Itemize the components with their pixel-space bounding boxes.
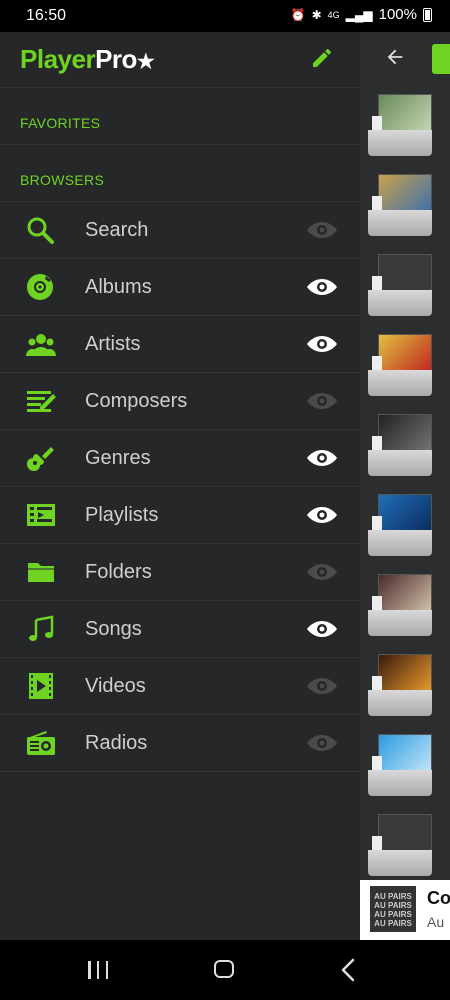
drawer-item-videos[interactable]: Videos [0,658,360,715]
album-folder-item[interactable] [368,174,432,236]
drawer-item-label: Artists [85,333,141,355]
drawer-item-folders[interactable]: Folders [0,544,360,601]
drawer-item-genres[interactable]: Genres [0,430,360,487]
now-playing-artwork: AU PAIRS AU PAIRS AU PAIRS AU PAIRS [370,886,416,932]
drawer-item-playlists[interactable]: Playlists [0,487,360,544]
drawer-item-albums[interactable]: Albums [0,259,360,316]
album-folder-item[interactable] [368,734,432,796]
artists-icon [26,334,56,356]
album-folder-item[interactable] [368,254,432,316]
search-icon [27,217,54,244]
playlist-icon [27,504,55,526]
drawer-item-songs[interactable]: Songs [0,601,360,658]
signal-icon: ▂▄▆ [345,7,373,22]
drawer-item-radios[interactable]: Radios [0,715,360,772]
drawer-item-label: Radios [85,732,148,754]
drawer-item-label: Genres [85,447,151,469]
drawer-item-composers[interactable]: Composers [0,373,360,430]
panel-toolbar [360,32,450,87]
star-icon: ★ [136,51,155,73]
visibility-on-eye-icon[interactable] [306,448,338,468]
video-icon [29,673,53,699]
drawer-header: PlayerPro★ [0,32,360,88]
visibility-on-eye-icon[interactable] [306,277,338,297]
now-playing-title: Co [427,888,450,908]
app-logo: PlayerPro★ [20,44,155,75]
system-navigation-bar [0,940,450,1000]
album-folder-item[interactable] [368,334,432,396]
visibility-off-eye-icon[interactable] [306,391,338,411]
favorites-section: FAVORITES [0,88,360,145]
visibility-on-eye-icon[interactable] [306,334,338,354]
drawer-item-label: Playlists [85,504,159,526]
radio-icon [27,731,55,755]
back-arrow-icon[interactable] [384,46,406,68]
visibility-off-eye-icon[interactable] [306,220,338,240]
alarm-icon: ⏰ [290,7,306,22]
folder-icon [28,563,54,582]
visibility-off-eye-icon[interactable] [306,676,338,696]
visibility-off-eye-icon[interactable] [306,733,338,753]
album-folder-panel [360,32,450,940]
recent-apps-icon[interactable] [88,961,108,979]
visibility-off-eye-icon[interactable] [306,562,338,582]
drawer-item-label: Videos [85,675,146,697]
drawer-item-search[interactable]: Search [0,202,360,259]
album-disc-icon [27,274,53,300]
album-folder-item[interactable] [368,414,432,476]
album-folder-item[interactable] [368,814,432,876]
edit-pencil-icon[interactable] [310,46,334,70]
battery-percent: 100% [378,6,417,23]
trash-icon[interactable] [432,44,450,74]
visibility-on-eye-icon[interactable] [306,505,338,525]
drawer-item-label: Songs [85,618,142,640]
guitar-icon [27,447,54,471]
back-icon[interactable] [340,958,356,982]
now-playing-artist: Au [427,914,445,930]
album-folder-item[interactable] [368,574,432,636]
browsers-header: BROWSERS [20,172,105,188]
drawer-item-label: Albums [85,276,152,298]
home-icon[interactable] [214,960,234,978]
status-bar: 16:50 ⏰ ✱ 4G ▂▄▆ 100% [0,0,450,32]
album-folder-item[interactable] [368,94,432,156]
drawer-item-artists[interactable]: Artists [0,316,360,373]
now-playing-bar[interactable]: AU PAIRS AU PAIRS AU PAIRS AU PAIRS Co A… [360,880,450,940]
drawer-item-label: Search [85,219,149,241]
drawer-item-label: Composers [85,390,188,412]
album-folder-item[interactable] [368,654,432,716]
logo-text: Player [20,44,96,74]
navigation-drawer: PlayerPro★ FAVORITES BROWSERS Search Alb… [0,32,360,940]
browsers-section: BROWSERS [0,145,360,202]
visibility-on-eye-icon[interactable] [306,619,338,639]
logo-pro-text: Pro [95,44,137,74]
composers-icon [27,391,56,412]
battery-icon [423,7,432,22]
music-note-icon [29,615,54,641]
status-time: 16:50 [26,7,67,24]
drawer-item-label: Folders [85,561,152,583]
album-folder-item[interactable] [368,494,432,556]
network-type: 4G [327,9,340,20]
favorites-header: FAVORITES [20,115,101,131]
bluetooth-icon: ✱ [311,7,322,22]
